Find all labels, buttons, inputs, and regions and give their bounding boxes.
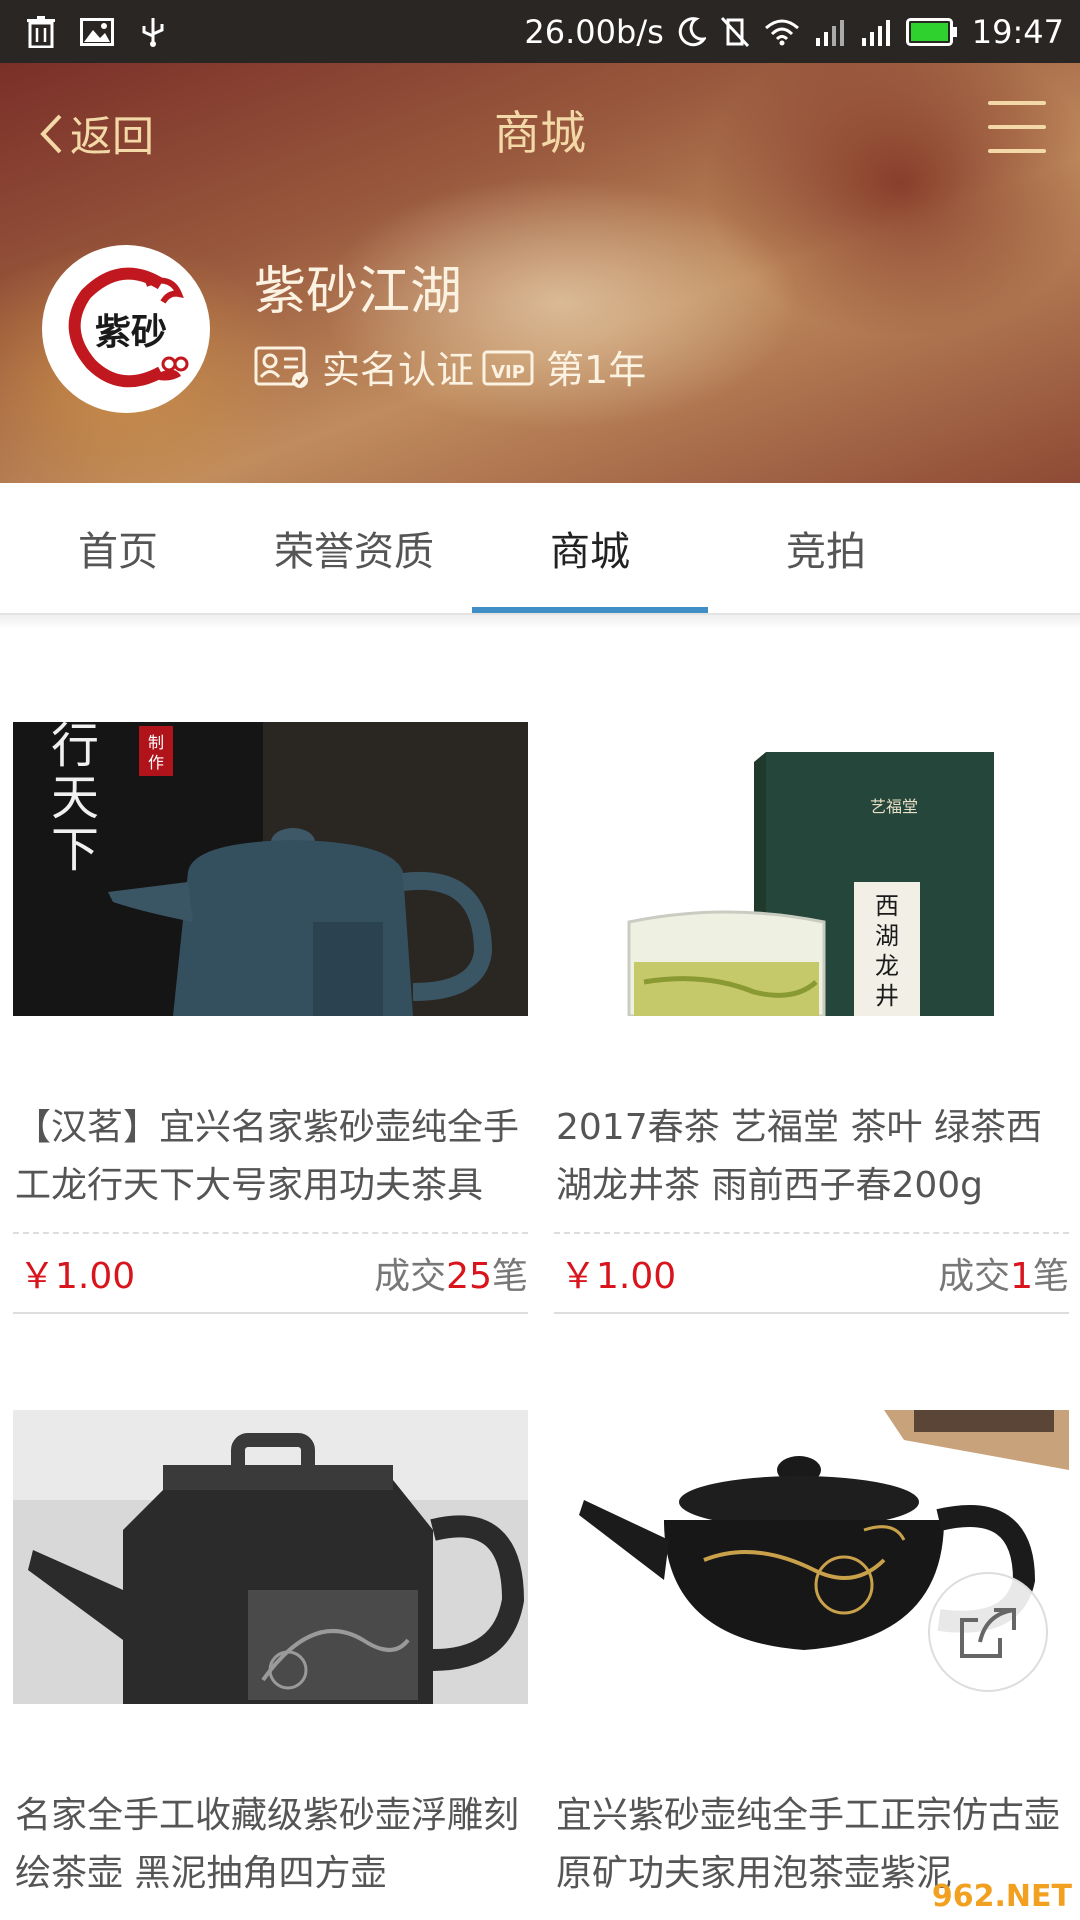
vip-text: VIP xyxy=(491,362,525,383)
product-price: ￥1.00 xyxy=(560,1256,677,1297)
page-title: 商城 xyxy=(494,106,586,160)
chevron-left-icon xyxy=(40,114,62,153)
shop-header: 返回 商城 紫砂 紫砂江湖 实名认证 VIP 第1年 xyxy=(0,63,1080,483)
product-card[interactable]: 行 天 下 制 作 【汉茗】宜兴名家紫砂壶纯全手工龙行天下大号家用功夫茶具 ￥1… xyxy=(13,722,528,1322)
svg-text:龙: 龙 xyxy=(875,952,899,980)
share-button[interactable] xyxy=(928,1572,1048,1692)
svg-text:作: 作 xyxy=(148,753,164,772)
back-label: 返回 xyxy=(70,112,155,161)
svg-text:井: 井 xyxy=(875,982,899,1010)
signal-icon-2 xyxy=(860,18,892,46)
verified-label: 实名认证 xyxy=(322,348,475,392)
tab-home[interactable]: 首页 xyxy=(0,483,236,613)
product-title[interactable]: 【汉茗】宜兴名家紫砂壶纯全手工龙行天下大号家用功夫茶具 xyxy=(15,1099,530,1215)
logo-text: 紫砂 xyxy=(95,312,167,353)
product-meta: ￥1.00 成交1笔 xyxy=(554,1232,1069,1314)
battery-icon xyxy=(905,17,958,46)
tab-home-label: 首页 xyxy=(78,529,158,575)
tab-honors-label: 荣誉资质 xyxy=(274,529,434,575)
signal-icon xyxy=(814,18,846,46)
shop-name: 紫砂江湖 xyxy=(254,262,463,322)
trash-icon xyxy=(24,15,58,49)
network-speed: 26.00b/s xyxy=(524,12,664,51)
shop-badges: 实名认证 VIP 第1年 xyxy=(254,339,646,394)
tab-mall[interactable]: 商城 xyxy=(472,483,708,613)
tab-auction-label: 竞拍 xyxy=(786,529,866,575)
nav-bar: 返回 商城 xyxy=(0,63,1080,193)
product-card[interactable]: 名家全手工收藏级紫砂壶浮雕刻绘茶壶 黑泥抽角四方壶 xyxy=(13,1410,528,1920)
share-icon xyxy=(960,1608,1016,1658)
wifi-icon xyxy=(764,18,800,46)
svg-text:下: 下 xyxy=(51,822,99,878)
tab-honors[interactable]: 荣誉资质 xyxy=(236,483,472,613)
image-brand: 艺福堂 xyxy=(870,797,918,816)
product-image[interactable] xyxy=(13,1410,528,1704)
product-title[interactable]: 2017春茶 艺福堂 茶叶 绿茶西湖龙井茶 雨前西子春200g xyxy=(556,1099,1071,1215)
back-button[interactable]: 返回 xyxy=(38,103,154,164)
product-title[interactable]: 名家全手工收藏级紫砂壶浮雕刻绘茶壶 黑泥抽角四方壶 xyxy=(15,1787,530,1903)
svg-text:天: 天 xyxy=(51,770,99,826)
watermark-logo: 962.NET xyxy=(931,1879,1072,1914)
product-image[interactable]: 艺福堂 西 湖 龙 井 xyxy=(554,722,1069,1016)
product-price: ￥1.00 xyxy=(19,1256,136,1297)
clock: 19:47 xyxy=(971,12,1064,51)
hamburger-icon xyxy=(988,101,1046,105)
moon-icon xyxy=(678,16,706,47)
vip-years: 第1年 xyxy=(546,348,647,392)
product-image[interactable]: 行 天 下 制 作 xyxy=(13,722,528,1016)
vip-icon: VIP xyxy=(482,346,534,388)
svg-text:湖: 湖 xyxy=(875,922,899,950)
product-meta: ￥1.00 成交25笔 xyxy=(13,1232,528,1314)
product-deals: 成交25笔 xyxy=(374,1256,528,1297)
image-icon xyxy=(80,15,114,49)
tab-auction[interactable]: 竞拍 xyxy=(708,483,944,613)
id-card-icon xyxy=(254,346,310,388)
vibrate-off-icon xyxy=(720,16,750,48)
usb-icon xyxy=(136,15,170,49)
tab-bar: 首页 荣誉资质 商城 竞拍 xyxy=(0,483,1080,615)
tabs-divider xyxy=(0,615,1080,629)
svg-text:西: 西 xyxy=(875,892,899,920)
image-caption: 行 xyxy=(51,722,99,774)
product-card[interactable]: 艺福堂 西 湖 龙 井 2017春茶 艺福堂 茶叶 绿茶西湖龙井茶 雨前西子春2… xyxy=(554,722,1069,1322)
active-tab-indicator xyxy=(472,607,708,613)
status-bar: 26.00b/s 19:47 xyxy=(0,0,1080,63)
product-deals: 成交1笔 xyxy=(938,1256,1069,1297)
menu-button[interactable] xyxy=(988,101,1046,153)
shop-logo[interactable]: 紫砂 xyxy=(42,245,210,413)
tab-mall-label: 商城 xyxy=(550,529,630,575)
svg-text:制: 制 xyxy=(148,733,164,752)
